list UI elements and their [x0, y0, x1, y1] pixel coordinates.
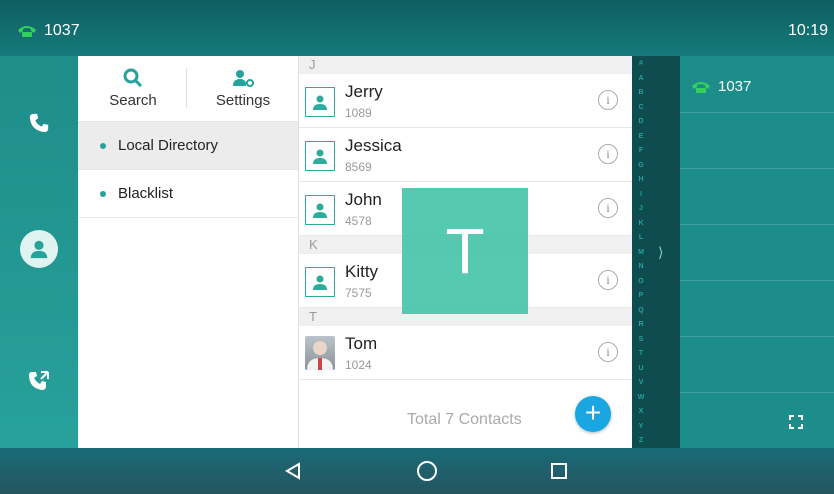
- index-letter[interactable]: C: [634, 104, 648, 111]
- index-letter[interactable]: P: [634, 292, 648, 299]
- contact-avatar-icon: [305, 141, 335, 171]
- index-letter[interactable]: S: [634, 336, 648, 343]
- divider: [680, 168, 834, 169]
- index-letter[interactable]: D: [634, 118, 648, 125]
- line-number: 1037: [44, 22, 80, 39]
- contact-number: 4578: [345, 214, 372, 228]
- search-button[interactable]: Search: [78, 56, 188, 121]
- section-header: J: [299, 56, 632, 74]
- total-contacts: Total 7 Contacts: [407, 411, 522, 428]
- contact-avatar-icon: [305, 267, 335, 297]
- index-letter[interactable]: M: [634, 249, 648, 256]
- search-icon: [123, 68, 143, 88]
- contact-number: 1089: [345, 106, 372, 120]
- contact-row[interactable]: Tom 1024 i: [299, 326, 632, 380]
- info-icon[interactable]: i: [598, 342, 618, 362]
- info-icon[interactable]: i: [598, 144, 618, 164]
- contact-avatar-icon: [305, 87, 335, 117]
- contact-avatar-icon: [305, 195, 335, 225]
- index-letter[interactable]: U: [634, 365, 648, 372]
- divider: [680, 336, 834, 337]
- menu-item-blacklist[interactable]: Blacklist: [78, 170, 298, 218]
- toolbar-divider: [186, 68, 187, 108]
- index-letter[interactable]: Y: [634, 423, 648, 430]
- divider: [680, 224, 834, 225]
- collapse-chevron-icon[interactable]: ⟩: [658, 244, 663, 261]
- contact-name: John: [345, 190, 382, 209]
- index-letter[interactable]: F: [634, 147, 648, 154]
- left-rail: [0, 56, 78, 448]
- index-letter-overlay: T: [402, 188, 528, 314]
- menu-item-local-directory[interactable]: Local Directory: [78, 122, 298, 170]
- contact-row[interactable]: Jerry 1089 i: [299, 74, 632, 128]
- back-icon[interactable]: [280, 458, 306, 484]
- recent-apps-icon[interactable]: [546, 458, 572, 484]
- clock: 10:19: [787, 22, 828, 39]
- phone-handset-icon: [692, 81, 710, 93]
- index-letter[interactable]: G: [634, 162, 648, 169]
- index-letter[interactable]: L: [634, 234, 648, 241]
- line-key[interactable]: 1037: [690, 78, 751, 95]
- contact-number: 8569: [345, 160, 372, 174]
- index-letter[interactable]: H: [634, 176, 648, 183]
- bullet-icon: [100, 190, 106, 197]
- call-history-icon[interactable]: [24, 366, 54, 396]
- index-letter[interactable]: T: [634, 350, 648, 357]
- index-letter[interactable]: Z: [634, 437, 648, 444]
- alphabet-index[interactable]: # A B C D E F G H I J K L M N O P Q R S T U V W X Y Z: [634, 60, 648, 444]
- index-letter[interactable]: #: [634, 60, 648, 67]
- contact-settings-icon: [233, 70, 254, 87]
- search-label: Search: [109, 92, 157, 109]
- menu-item-label: Blacklist: [118, 185, 174, 202]
- settings-button[interactable]: Settings: [188, 56, 298, 121]
- index-letter[interactable]: A: [634, 75, 648, 82]
- line-key-label: 1037: [718, 78, 752, 95]
- contact-name: Jessica: [345, 136, 402, 155]
- home-icon[interactable]: [414, 458, 440, 484]
- index-letter[interactable]: O: [634, 278, 648, 285]
- phone-handset-icon: [18, 26, 36, 37]
- directory-menu: Search Settings Local Directory Blacklis…: [78, 56, 298, 448]
- info-icon[interactable]: i: [598, 198, 618, 218]
- index-letter[interactable]: R: [634, 321, 648, 328]
- contact-name: Kitty: [345, 262, 379, 281]
- index-letter[interactable]: X: [634, 408, 648, 415]
- menu-item-label: Local Directory: [118, 137, 219, 154]
- line-panel: 1037: [680, 56, 834, 448]
- navigation-bar: [0, 448, 834, 494]
- bullet-icon: [100, 142, 106, 149]
- index-letter[interactable]: I: [634, 191, 648, 198]
- phone-icon[interactable]: [24, 108, 54, 138]
- line-status: 1037: [16, 22, 80, 40]
- expand-icon[interactable]: [788, 414, 804, 435]
- status-bar: 1037 10:19: [0, 0, 834, 56]
- index-letter[interactable]: Q: [634, 307, 648, 314]
- index-letter[interactable]: W: [634, 394, 648, 401]
- contact-row[interactable]: Jessica 8569 i: [299, 128, 632, 182]
- info-icon[interactable]: i: [598, 90, 618, 110]
- index-letter[interactable]: B: [634, 89, 648, 96]
- index-letter[interactable]: E: [634, 133, 648, 140]
- menu-toolbar: Search Settings: [78, 56, 298, 122]
- contact-number: 7575: [345, 286, 372, 300]
- add-contact-button[interactable]: +: [575, 396, 611, 432]
- divider: [680, 112, 834, 113]
- info-icon[interactable]: i: [598, 270, 618, 290]
- contact-photo: [305, 336, 335, 370]
- contact-name: Tom: [345, 334, 378, 353]
- contact-name: Jerry: [345, 82, 383, 101]
- contacts-icon[interactable]: [20, 230, 58, 268]
- contact-number: 1024: [345, 358, 372, 372]
- divider: [680, 280, 834, 281]
- index-letter[interactable]: J: [634, 205, 648, 212]
- index-letter[interactable]: K: [634, 220, 648, 227]
- index-letter[interactable]: N: [634, 263, 648, 270]
- index-letter[interactable]: V: [634, 379, 648, 386]
- settings-label: Settings: [215, 92, 271, 109]
- divider: [680, 392, 834, 393]
